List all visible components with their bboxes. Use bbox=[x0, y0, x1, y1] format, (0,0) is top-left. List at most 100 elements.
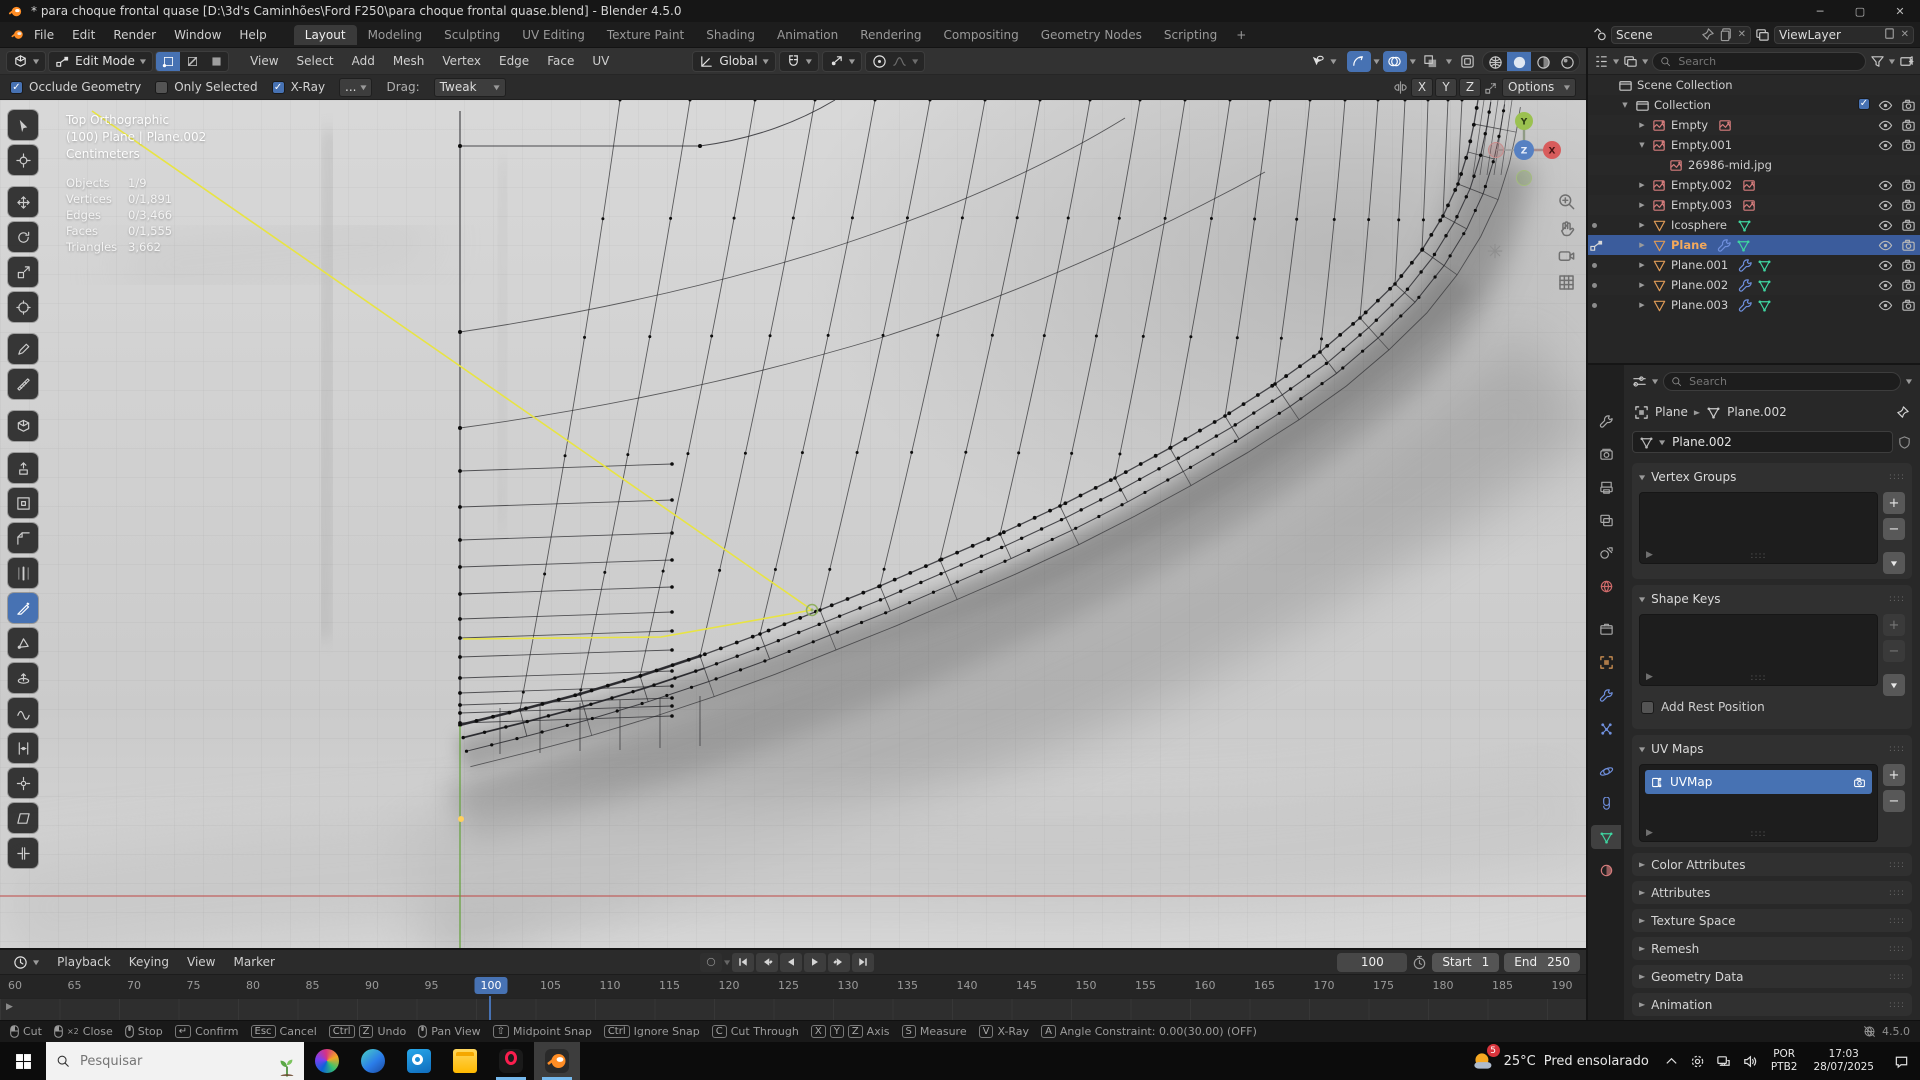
shrink-fatten-tool[interactable] bbox=[8, 768, 38, 798]
eye-icon[interactable] bbox=[1878, 198, 1893, 213]
expander-icon[interactable]: ▶ bbox=[1636, 281, 1648, 289]
topbar-menu-help[interactable]: Help bbox=[230, 25, 275, 45]
snapping-selector[interactable]: ▼ bbox=[779, 51, 819, 72]
outliner-search[interactable] bbox=[1652, 52, 1866, 71]
eye-icon[interactable] bbox=[1878, 258, 1893, 273]
mode-selector[interactable]: Edit Mode▼ bbox=[48, 51, 153, 72]
eye-icon[interactable] bbox=[1878, 138, 1893, 153]
edge-slide-tool[interactable] bbox=[8, 733, 38, 763]
panel-geometry-data[interactable]: ▶Geometry Data:::: bbox=[1632, 965, 1912, 988]
close-button[interactable]: ✕ bbox=[1880, 0, 1920, 22]
extrude-region-tool[interactable] bbox=[8, 453, 38, 483]
panel-title[interactable]: Shape Keys bbox=[1651, 592, 1720, 606]
properties-tab-object-data[interactable] bbox=[1591, 825, 1621, 849]
channel-expand-icon[interactable]: ▶ bbox=[6, 1002, 13, 1012]
list-filter-icon[interactable]: ▶ bbox=[1646, 828, 1653, 838]
properties-tab-tool[interactable] bbox=[1591, 409, 1621, 433]
taskbar-app-copilot[interactable] bbox=[304, 1042, 350, 1080]
play-button[interactable] bbox=[804, 953, 826, 972]
unlink-scene-icon[interactable]: ✕ bbox=[1738, 29, 1746, 40]
camera-view-icon[interactable] bbox=[1557, 246, 1576, 265]
properties-tab-scene[interactable] bbox=[1591, 541, 1621, 565]
properties-tab-particles[interactable] bbox=[1591, 716, 1621, 740]
occlude-geometry-checkbox[interactable]: ✓Occlude Geometry bbox=[10, 80, 141, 94]
add-cube-tool[interactable] bbox=[8, 411, 38, 441]
outliner-row-empty-001[interactable]: ▼Empty.001 bbox=[1588, 135, 1920, 155]
outliner-display-mode-icon[interactable] bbox=[1594, 54, 1609, 69]
panel-grip-icon[interactable]: :::: bbox=[1889, 1000, 1905, 1010]
shading-material-button[interactable] bbox=[1531, 52, 1555, 72]
remove-uv-map-button[interactable]: − bbox=[1883, 790, 1905, 812]
camera-icon[interactable] bbox=[1901, 218, 1916, 233]
volume-icon[interactable] bbox=[1737, 1042, 1763, 1080]
expander-icon[interactable]: ▶ bbox=[1636, 261, 1648, 269]
outliner-row-plane[interactable]: ▶Plane bbox=[1588, 235, 1920, 255]
jump-to-start-button[interactable] bbox=[732, 953, 754, 972]
shading-rendered-button[interactable] bbox=[1555, 52, 1579, 72]
mesh-name-input[interactable] bbox=[1670, 434, 1886, 450]
expander-icon[interactable]: ▶ bbox=[1636, 121, 1648, 129]
topbar-menu-render[interactable]: Render bbox=[104, 25, 165, 45]
mirror-icon[interactable] bbox=[1393, 80, 1408, 95]
outliner-row-empty-003[interactable]: ▶Empty.003 bbox=[1588, 195, 1920, 215]
panel-grip-icon[interactable]: :::: bbox=[1889, 916, 1905, 926]
outliner-row-plane-001[interactable]: ▶Plane.001 bbox=[1588, 255, 1920, 275]
fake-user-shield-icon[interactable] bbox=[1897, 435, 1912, 450]
shape-key-specials-button[interactable]: ▼ bbox=[1883, 674, 1905, 696]
more-options-dropdown[interactable]: ... ▼ bbox=[339, 78, 372, 97]
language-indicator[interactable]: POR PTB2 bbox=[1763, 1048, 1806, 1074]
play-reverse-button[interactable] bbox=[780, 953, 802, 972]
tab-compositing[interactable]: Compositing bbox=[932, 25, 1029, 45]
outliner-row-plane-002[interactable]: ▶Plane.002 bbox=[1588, 275, 1920, 295]
proportional-editing-toggle[interactable]: ▼ bbox=[865, 51, 925, 72]
remove-vertex-group-button[interactable]: − bbox=[1883, 518, 1905, 540]
maximize-button[interactable]: ▢ bbox=[1840, 0, 1880, 22]
list-resize-grip[interactable]: :::: bbox=[1750, 551, 1766, 561]
viewport-menu-uv[interactable]: UV bbox=[583, 51, 618, 71]
camera-icon[interactable] bbox=[1901, 298, 1916, 313]
auto-keying-dropdown[interactable]: ▼ bbox=[724, 958, 730, 965]
camera-icon[interactable] bbox=[1901, 138, 1916, 153]
panel-texture-space[interactable]: ▶Texture Space:::: bbox=[1632, 909, 1912, 932]
eye-icon[interactable] bbox=[1878, 118, 1893, 133]
scale-tool[interactable] bbox=[8, 257, 38, 287]
timeline-ruler[interactable]: 6065707580859095100105110115120125130135… bbox=[0, 974, 1586, 998]
list-resize-grip[interactable]: :::: bbox=[1750, 829, 1766, 839]
new-viewlayer-icon[interactable] bbox=[1882, 27, 1897, 42]
taskbar-app-blender[interactable] bbox=[534, 1042, 580, 1080]
poly-build-tool[interactable] bbox=[8, 628, 38, 658]
mesh-name-field[interactable]: ▼ bbox=[1632, 431, 1893, 453]
taskbar-app-file-explorer[interactable] bbox=[442, 1042, 488, 1080]
properties-tab-material[interactable] bbox=[1591, 858, 1621, 882]
properties-search[interactable] bbox=[1663, 372, 1901, 391]
panel-grip-icon[interactable]: :::: bbox=[1889, 944, 1905, 954]
expander-icon[interactable]: ▼ bbox=[1619, 101, 1631, 109]
tab-texture-paint[interactable]: Texture Paint bbox=[596, 25, 695, 45]
panel-title[interactable]: UV Maps bbox=[1651, 742, 1703, 756]
camera-icon[interactable] bbox=[1901, 238, 1916, 253]
properties-search-input[interactable] bbox=[1687, 374, 1893, 389]
timeline-menu-marker[interactable]: Marker bbox=[225, 952, 284, 972]
annotate-tool[interactable] bbox=[8, 334, 38, 364]
overlays-toggle[interactable] bbox=[1383, 51, 1407, 72]
camera-icon[interactable] bbox=[1901, 198, 1916, 213]
mirror-axis-y-button[interactable]: Y bbox=[1435, 78, 1457, 97]
snap-base-icon[interactable] bbox=[1484, 80, 1499, 95]
uv-map-item[interactable]: UVMap bbox=[1645, 770, 1872, 794]
app-menu-blender-icon[interactable] bbox=[10, 27, 25, 42]
timeline-menu-playback[interactable]: Playback bbox=[48, 952, 120, 972]
transform-gizmos-toggle[interactable] bbox=[1347, 51, 1371, 72]
drag-mode-dropdown[interactable]: Tweak▼ bbox=[434, 78, 506, 97]
transform-orientation-selector[interactable]: Global▼ bbox=[692, 51, 775, 72]
tab-rendering[interactable]: Rendering bbox=[849, 25, 932, 45]
playhead[interactable] bbox=[489, 996, 491, 1022]
taskbar-app-outlook[interactable] bbox=[396, 1042, 442, 1080]
gizmo-y-neg-axis[interactable] bbox=[1517, 171, 1532, 186]
zoom-icon[interactable] bbox=[1557, 192, 1576, 211]
mirror-axis-x-button[interactable]: X bbox=[1411, 78, 1433, 97]
mirror-axis-z-button[interactable]: Z bbox=[1459, 78, 1481, 97]
bevel-tool[interactable] bbox=[8, 523, 38, 553]
remove-viewlayer-icon[interactable]: ✕ bbox=[1901, 29, 1909, 40]
outliner-search-input[interactable] bbox=[1676, 54, 1858, 69]
collection-checkbox[interactable]: ✓ bbox=[1858, 98, 1870, 110]
